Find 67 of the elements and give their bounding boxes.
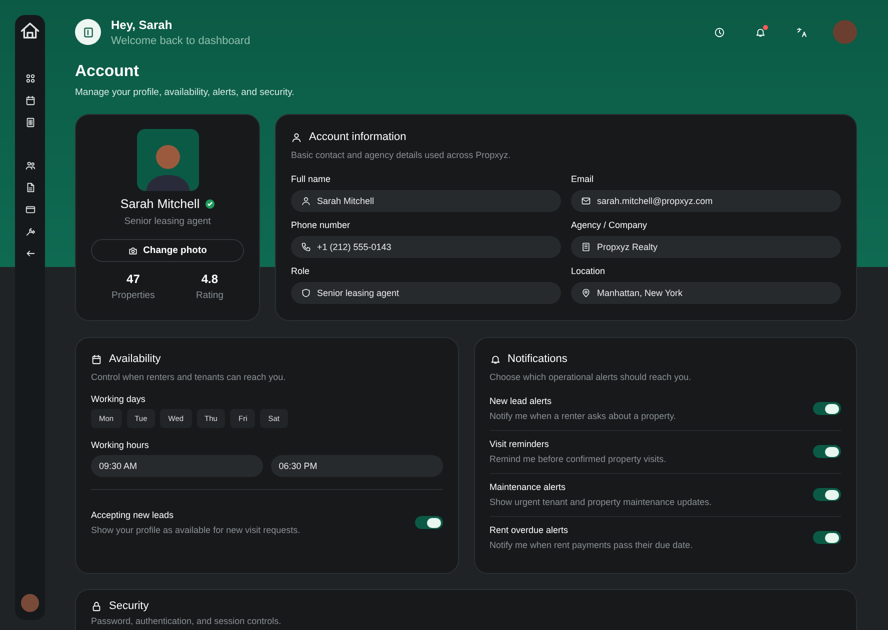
card-subtitle: Basic contact and agency details used across Propxyz. — [291, 150, 512, 160]
start-time-field[interactable]: 09:30 AM — [91, 455, 263, 477]
card-subtitle: Choose which operational alerts should reach you. — [490, 372, 692, 382]
field-label: Full name — [291, 174, 332, 184]
notifications-button[interactable] — [755, 26, 766, 38]
setting-description: Notify me when a renter asks about a property. — [490, 411, 676, 421]
house-logo-icon — [20, 21, 40, 41]
toggle-switch[interactable] — [414, 516, 442, 529]
setting-description: Notify me when rent payments pass their due date. — [490, 540, 693, 550]
change-photo-button[interactable]: Change photo — [91, 239, 244, 262]
bell-icon — [490, 354, 500, 364]
shield-icon — [301, 288, 311, 298]
card-title: Account information — [309, 131, 406, 143]
field-label: Location — [571, 266, 606, 276]
greeting: Hey, Sarah — [111, 18, 174, 32]
toggle-switch[interactable] — [813, 531, 841, 544]
field-label: Working days — [91, 394, 146, 404]
input-field[interactable]: Propxyz Realty — [571, 236, 841, 258]
location-pin-icon — [581, 288, 591, 298]
field-label: Phone number — [291, 220, 352, 230]
toggle-switch[interactable] — [813, 488, 841, 501]
stat-label: Properties — [112, 290, 155, 301]
setting-label: Visit reminders — [490, 439, 550, 449]
panel-icon — [82, 26, 94, 38]
stat-label: Rating — [196, 290, 224, 301]
profile-role: Senior leasing agent — [124, 216, 211, 227]
building-icon — [581, 242, 591, 252]
card-title: Availability — [109, 353, 161, 365]
input-field[interactable]: Sarah Mitchell — [291, 190, 561, 212]
setting-label: Maintenance alerts — [490, 482, 567, 492]
card-subtitle: Control when renters and tenants can reach you. — [91, 372, 287, 382]
stat-value: 47 — [126, 272, 140, 286]
person-icon — [291, 132, 302, 142]
input-field[interactable]: sarah.mitchell@propxyz.com — [571, 190, 841, 212]
bell-icon — [755, 26, 766, 38]
field-label: Working hours — [91, 440, 150, 450]
setting-description: Remind me before confirmed property visits. — [490, 454, 666, 464]
card-subtitle: Password, authentication, and session controls. — [91, 616, 282, 626]
field-label: Role — [291, 266, 311, 276]
user-avatar[interactable] — [21, 594, 39, 612]
mail-icon — [581, 196, 591, 206]
card-title: Security — [109, 600, 149, 612]
setting-description: Show urgent tenant and property maintenance updates. — [490, 497, 712, 507]
toggle-switch[interactable] — [813, 445, 841, 458]
input-field[interactable]: Senior leasing agent — [291, 282, 561, 304]
field-label: Email — [571, 174, 595, 184]
input-field[interactable]: Manhattan, New York — [571, 282, 841, 304]
profile-name: Sarah Mitchell — [120, 197, 200, 211]
card-title: Notifications — [508, 353, 568, 365]
input-field[interactable]: +1 (212) 555-0143 — [291, 236, 561, 258]
lock-icon — [91, 600, 102, 612]
camera-icon — [128, 246, 138, 256]
person-icon — [301, 196, 311, 206]
toggle-switch[interactable] — [813, 402, 841, 415]
calendar-icon — [91, 354, 102, 364]
welcome-text: Welcome back to dashboard — [111, 34, 250, 46]
stat-value: 4.8 — [201, 272, 218, 286]
page-title: Account — [75, 63, 140, 81]
setting-label: New lead alerts — [490, 396, 553, 406]
field-label: Agency / Company — [571, 220, 648, 230]
setting-description: Show your profile as available for new visit requests. — [91, 525, 300, 535]
end-time-field[interactable]: 06:30 PM — [270, 455, 442, 477]
phone-icon — [301, 242, 311, 252]
setting-label: Rent overdue alerts — [490, 525, 570, 535]
setting-label: Accepting new leads — [91, 510, 175, 520]
page-subtitle: Manage your profile, availability, alerts, and security. — [75, 87, 296, 98]
photo-placeholder — [136, 129, 198, 191]
